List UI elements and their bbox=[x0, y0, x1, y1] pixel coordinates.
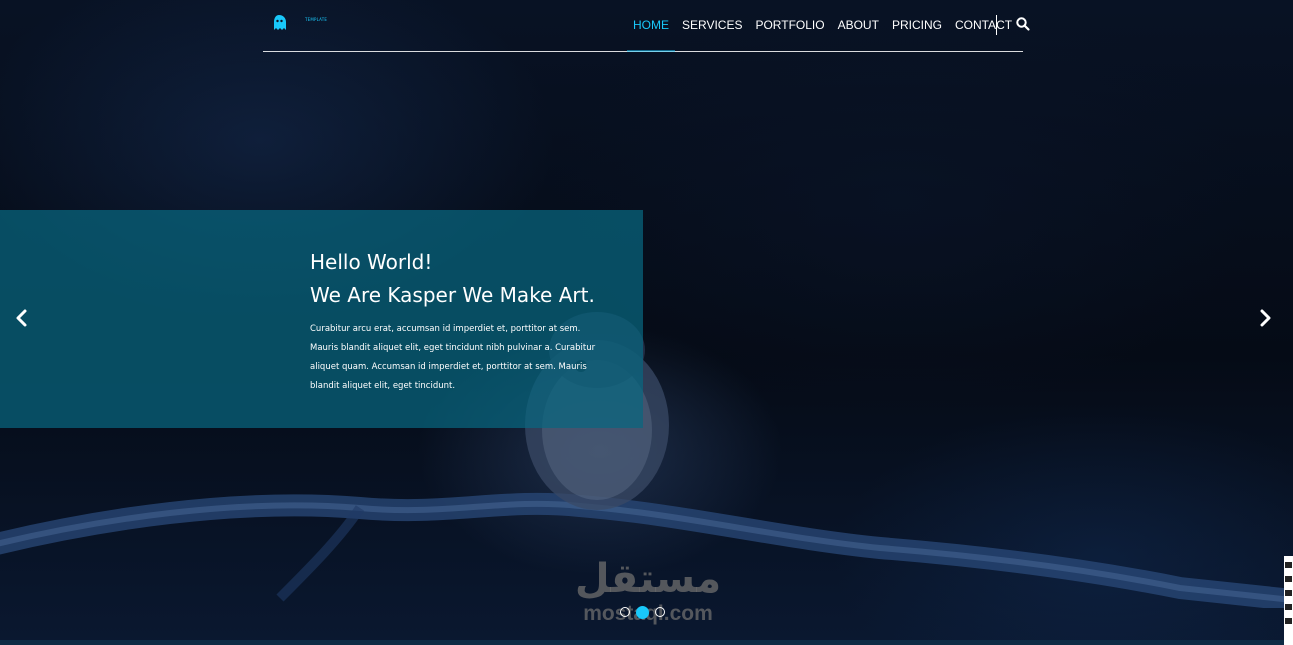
nav-item-contact[interactable]: CONTACT bbox=[955, 0, 1012, 51]
nav-item-pricing[interactable]: PRICING bbox=[892, 0, 942, 51]
ghost-icon[interactable] bbox=[271, 13, 331, 31]
nav-item-portfolio[interactable]: PORTFOLIO bbox=[755, 0, 824, 51]
slider-pagination bbox=[620, 606, 665, 619]
chevron-right-icon[interactable] bbox=[1255, 308, 1275, 328]
slide-bullet-3[interactable] bbox=[655, 607, 665, 617]
slide-description: Curabitur arcu erat, accumsan id imperdi… bbox=[310, 324, 596, 391]
watermark-arabic: مستقل bbox=[574, 556, 722, 602]
mostaql-watermark: مستقل mostaql.com bbox=[568, 556, 728, 636]
nav-divider bbox=[996, 15, 997, 35]
hero-section: TEMPLATE HOME SERVICES PORTFOLIO ABOUT P… bbox=[0, 0, 1293, 645]
slide-title-line-1: Hello World! bbox=[310, 250, 433, 274]
slide-title-line-2: We Are Kasper We Make Art. bbox=[310, 283, 595, 307]
main-nav: HOME SERVICES PORTFOLIO ABOUT PRICING CO… bbox=[627, 0, 1025, 52]
bottom-strip bbox=[0, 640, 1293, 645]
nav-item-home[interactable]: HOME bbox=[627, 0, 675, 52]
nav-item-about[interactable]: ABOUT bbox=[838, 0, 879, 51]
logo-text[interactable]: TEMPLATE bbox=[305, 17, 327, 22]
slide-title: Hello World! We Are Kasper We Make Art. bbox=[310, 246, 595, 312]
slide-bullet-1[interactable] bbox=[620, 607, 630, 617]
chevron-left-icon[interactable] bbox=[12, 308, 32, 328]
top-navbar: TEMPLATE HOME SERVICES PORTFOLIO ABOUT P… bbox=[263, 0, 1030, 52]
nav-item-services[interactable]: SERVICES bbox=[682, 0, 742, 51]
search-icon[interactable] bbox=[1015, 16, 1031, 32]
side-widget[interactable] bbox=[1284, 556, 1293, 645]
slide-bullet-2[interactable] bbox=[636, 606, 649, 619]
